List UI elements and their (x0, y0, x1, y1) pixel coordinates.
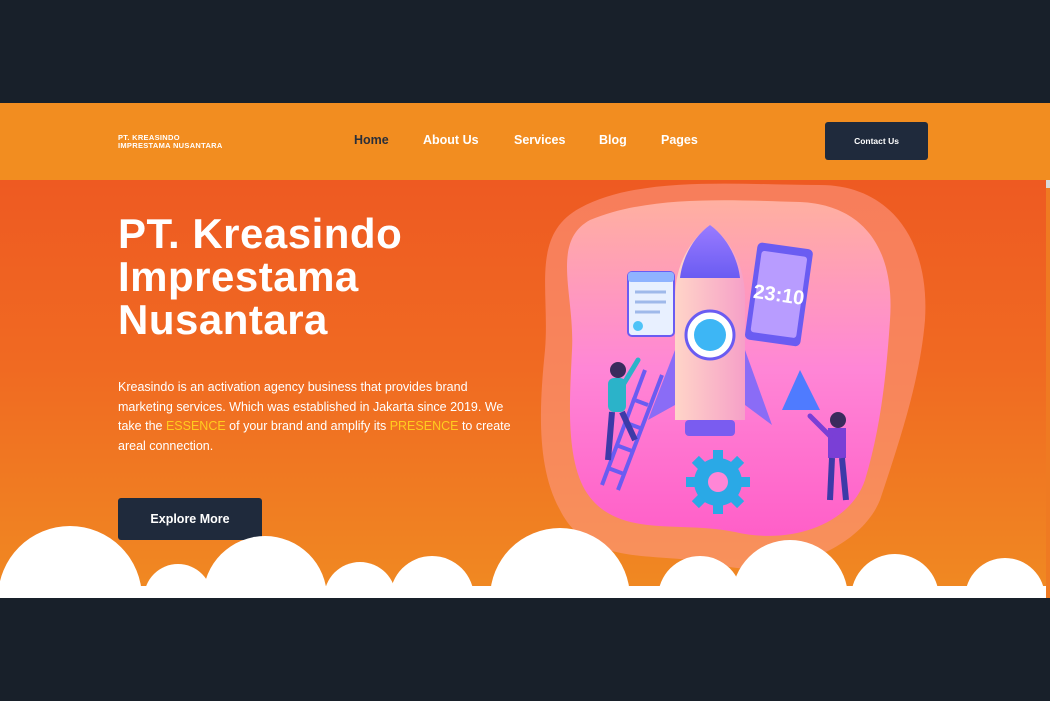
hero-description: Kreasindo is an activation agency busine… (118, 378, 518, 456)
hero-section: PT. Kreasindo Imprestama Nusantara Kreas… (0, 180, 1050, 598)
nav-about-us[interactable]: About Us (423, 133, 479, 147)
nav-home[interactable]: Home (354, 133, 389, 147)
highlight-presence: PRESENCE (389, 419, 459, 433)
nav-pages[interactable]: Pages (661, 133, 698, 147)
cloud-layer (0, 526, 1050, 598)
hero-title-line-2: Imprestama (118, 253, 359, 300)
brand-line-2: IMPRESTAMA NUSANTARA (118, 141, 223, 150)
scrollbar[interactable] (1046, 180, 1050, 598)
nav-blog[interactable]: Blog (599, 133, 627, 147)
scroll-thumb[interactable] (1046, 180, 1050, 188)
highlight-essence: ESSENCE (165, 419, 226, 433)
browser-window-icon (627, 271, 675, 337)
page-frame: PT. KREASINDO IMPRESTAMA NUSANTARA Home … (0, 103, 1050, 598)
hero-title: PT. Kreasindo Imprestama Nusantara (118, 212, 402, 341)
navbar: PT. KREASINDO IMPRESTAMA NUSANTARA Home … (0, 103, 1050, 180)
gear-icon (686, 450, 750, 514)
nav-services[interactable]: Services (514, 133, 565, 147)
brand-logo[interactable]: PT. KREASINDO IMPRESTAMA NUSANTARA (118, 134, 223, 150)
hero-title-line-3: Nusantara (118, 296, 328, 343)
desc-part-2: of your brand and amplify its (225, 419, 390, 433)
hero-title-line-1: PT. Kreasindo (118, 210, 403, 257)
contact-us-button[interactable]: Contact Us (825, 122, 928, 160)
